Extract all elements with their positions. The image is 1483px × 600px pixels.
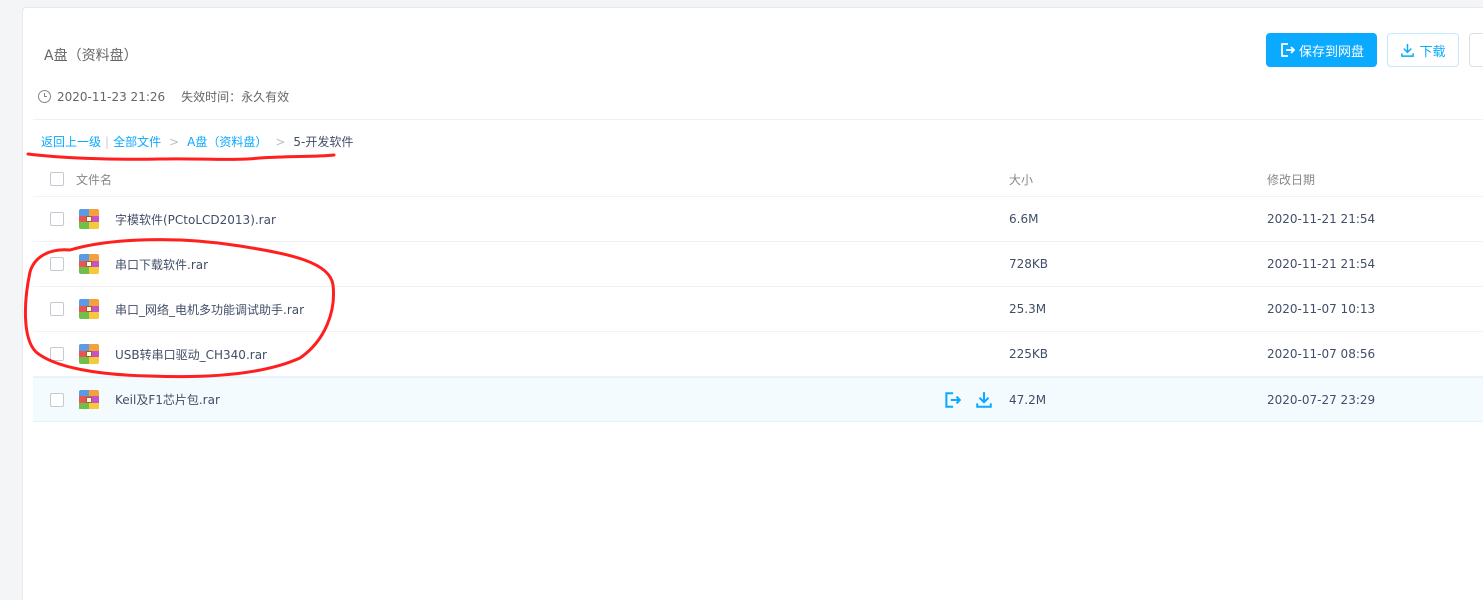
table-row[interactable]: USB转串口驱动_CH340.rar 225KB 2020-11-07 08:5… [33,332,1483,377]
save-to-cloud-button[interactable]: 保存到网盘 [1266,33,1377,67]
file-name[interactable]: 串口_网络_电机多功能调试助手.rar [115,301,304,318]
rar-archive-icon [79,299,99,319]
share-title: A盘（资料盘） [44,48,138,64]
table-row[interactable]: Keil及F1芯片包.rar 47.2M 2020-07-27 23:29 [33,377,1483,422]
file-size: 728KB [1009,257,1049,271]
rar-archive-icon [79,209,99,229]
file-table: 文件名 大小 修改日期 字模软件(PCtoLCD2013).rar 6.6M 2… [33,162,1483,422]
column-size-header[interactable]: 大小 [1009,171,1033,188]
file-size: 6.6M [1009,212,1039,226]
table-row[interactable]: 串口下载软件.rar 728KB 2020-11-21 21:54 [33,242,1483,287]
row-checkbox[interactable] [50,347,64,361]
row-checkbox[interactable] [50,257,64,271]
breadcrumb-separator: | [105,134,110,149]
divider [33,119,1483,120]
save-to-cloud-label: 保存到网盘 [1298,43,1364,59]
expire-text: 失效时间：永久有效 [181,90,290,104]
rar-archive-icon [79,344,99,364]
file-size: 25.3M [1009,302,1047,316]
file-name[interactable]: 字模软件(PCtoLCD2013).rar [115,211,276,228]
download-label: 下载 [1419,43,1446,59]
folder-link[interactable]: A盘（资料盘） [187,133,267,150]
file-size: 225KB [1009,347,1049,361]
row-checkbox[interactable] [50,392,64,407]
table-header: 文件名 大小 修改日期 [33,162,1483,197]
rar-archive-icon [79,389,99,410]
select-all-checkbox[interactable] [50,172,64,186]
breadcrumb-chevron: > [275,134,286,149]
share-panel: A盘（资料盘） 保存到网盘 下载 2020-11-23 21:26 失效时间：永… [22,7,1483,600]
file-date: 2020-11-07 08:56 [1267,347,1376,361]
file-date: 2020-11-21 21:54 [1267,212,1376,226]
save-to-cloud-icon [1281,43,1295,57]
file-name[interactable]: 串口下载软件.rar [115,256,208,273]
share-meta: 2020-11-23 21:26 失效时间：永久有效 [38,88,289,105]
clock-icon [38,90,51,103]
all-files-link[interactable]: 全部文件 [113,133,161,150]
file-date: 2020-11-07 10:13 [1267,302,1376,316]
file-name[interactable]: USB转串口驱动_CH340.rar [115,346,267,363]
breadcrumb: 返回上一级 | 全部文件 > A盘（资料盘） > 5-开发软件 [41,133,353,150]
current-folder: 5-开发软件 [293,135,354,149]
save-to-cloud-icon[interactable] [943,391,961,409]
share-date: 2020-11-23 21:26 [57,89,166,104]
table-row[interactable]: 串口_网络_电机多功能调试助手.rar 25.3M 2020-11-07 10:… [33,287,1483,332]
download-icon[interactable] [975,391,993,409]
row-checkbox[interactable] [50,212,64,226]
download-icon [1401,43,1415,57]
column-name-header[interactable]: 文件名 [76,171,112,188]
file-date: 2020-07-27 23:29 [1267,392,1376,407]
file-size: 47.2M [1009,392,1047,407]
row-checkbox[interactable] [50,302,64,316]
more-button[interactable] [1469,33,1483,67]
file-name[interactable]: Keil及F1芯片包.rar [115,391,220,408]
rar-archive-icon [79,254,99,274]
breadcrumb-chevron: > [169,134,180,149]
back-link[interactable]: 返回上一级 [41,133,101,150]
row-actions [943,391,993,409]
download-button[interactable]: 下载 [1387,33,1459,67]
file-date: 2020-11-21 21:54 [1267,257,1376,271]
table-row[interactable]: 字模软件(PCtoLCD2013).rar 6.6M 2020-11-21 21… [33,197,1483,242]
column-date-header[interactable]: 修改日期 [1267,171,1315,188]
